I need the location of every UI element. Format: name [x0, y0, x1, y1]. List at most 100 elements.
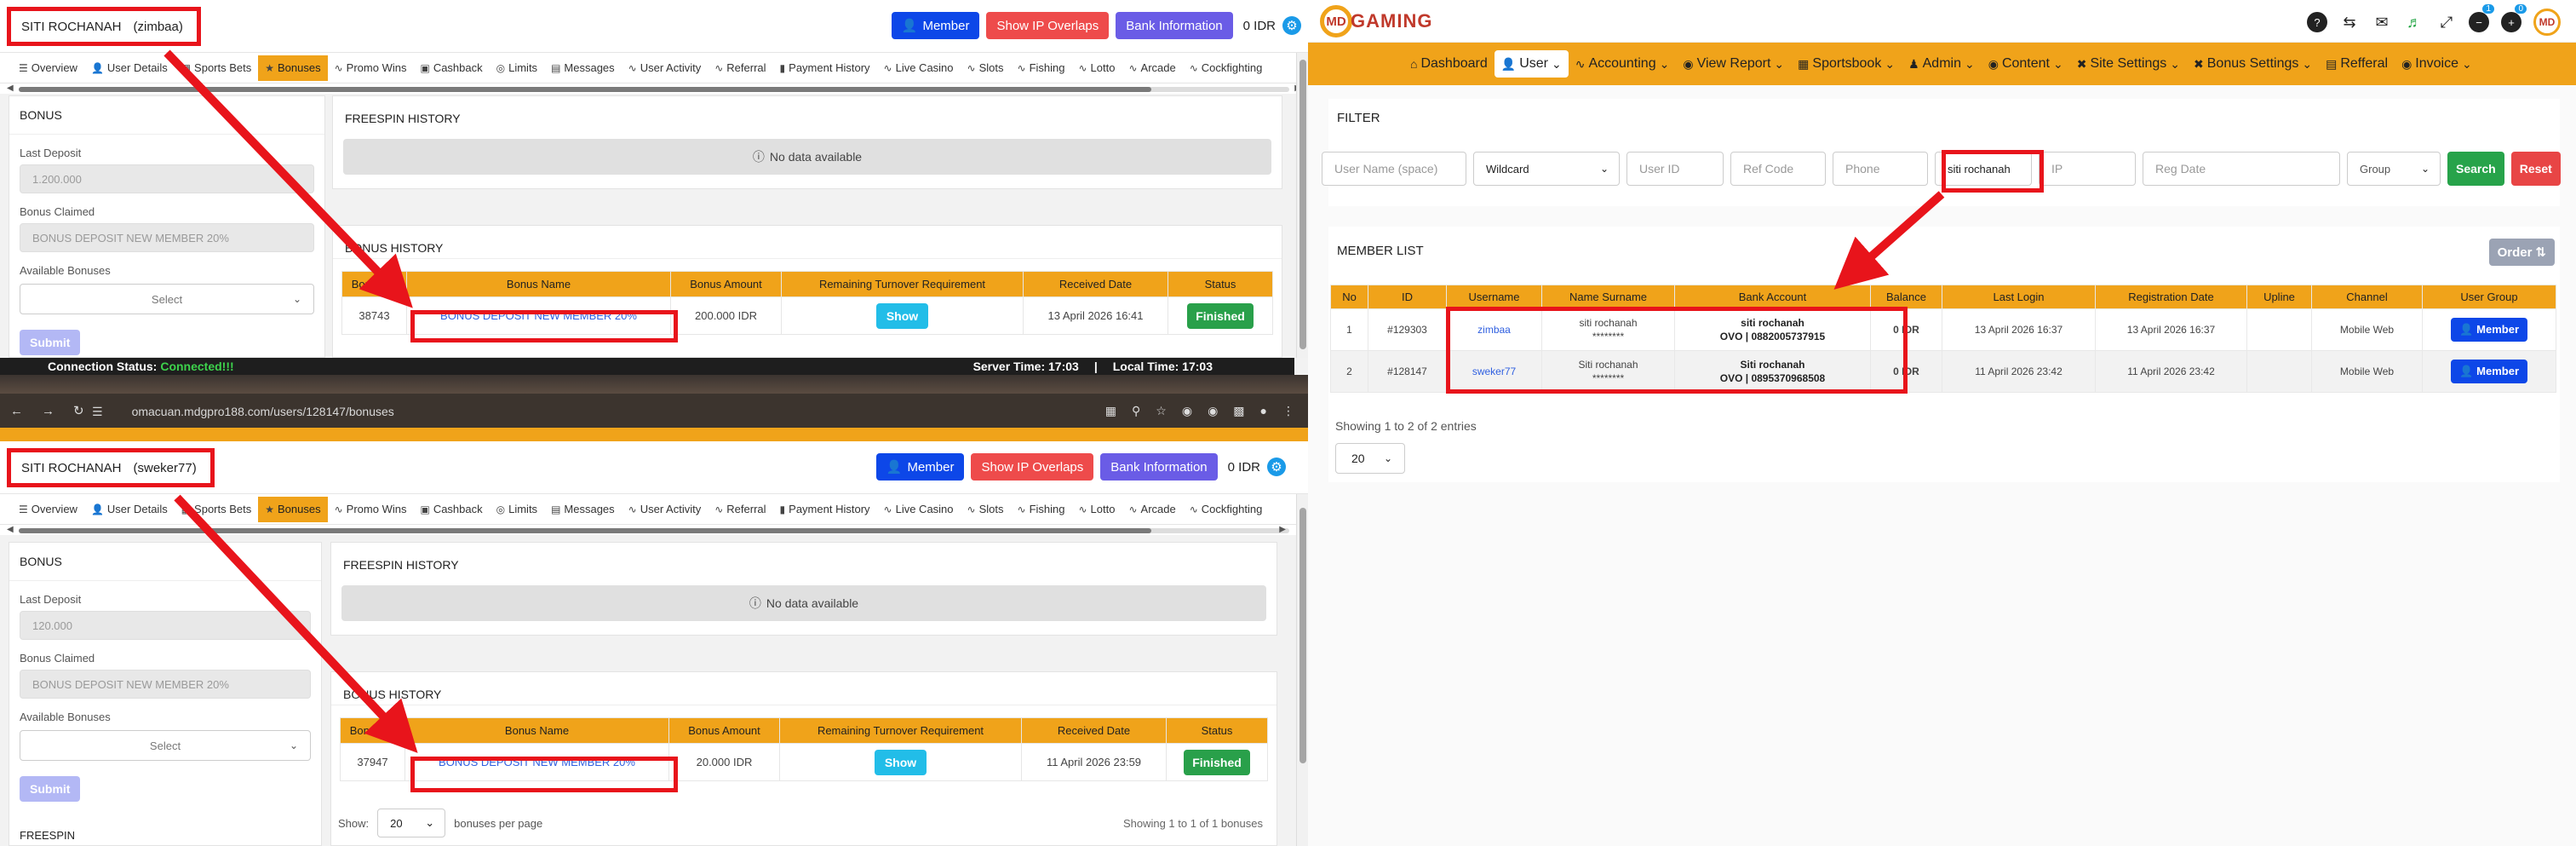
- member-button[interactable]: 👤 Member: [891, 12, 980, 39]
- nav-bonus-settings[interactable]: ✖ Bonus Settings ⌄: [2187, 50, 2319, 78]
- translate-icon[interactable]: ⇆: [2339, 12, 2360, 32]
- tab-slots[interactable]: ∿ Slots: [961, 497, 1011, 522]
- tab-user-details[interactable]: 👤 User Details: [84, 497, 175, 522]
- bookmark-icon[interactable]: ☆: [1156, 404, 1167, 418]
- member-button[interactable]: 👤 Member: [875, 453, 965, 481]
- available-bonuses-select[interactable]: Select ⌄: [20, 284, 314, 314]
- scroll-right-icon[interactable]: ▶: [1279, 525, 1286, 534]
- tabs-scrollbar[interactable]: ◀ ▶: [0, 525, 1308, 535]
- extension-icon[interactable]: ◉: [1208, 404, 1218, 418]
- menu-icon[interactable]: ⋮: [1282, 404, 1294, 418]
- tab-promo-wins[interactable]: ∿ Promo Wins: [328, 55, 414, 81]
- sound-icon[interactable]: ♬: [2404, 12, 2424, 32]
- bonus-name-link[interactable]: BONUS DEPOSIT NEW MEMBER 20%: [440, 309, 637, 322]
- show-ip-overlaps-button[interactable]: Show IP Overlaps: [986, 12, 1110, 39]
- plus-icon[interactable]: +0: [2501, 4, 2527, 32]
- group-select[interactable]: Group ⌄: [2347, 152, 2441, 186]
- gear-icon[interactable]: ⚙: [1282, 16, 1301, 35]
- extension-icon[interactable]: ◉: [1182, 404, 1192, 418]
- user-id-input[interactable]: User ID: [1626, 152, 1724, 186]
- tab-lotto[interactable]: ∿ Lotto: [1071, 497, 1122, 522]
- tab-fishing[interactable]: ∿ Fishing: [1011, 497, 1072, 522]
- tab-arcade[interactable]: ∿ Arcade: [1122, 55, 1182, 81]
- help-icon[interactable]: ?: [2307, 12, 2327, 32]
- show-turnover-button[interactable]: Show: [874, 749, 927, 775]
- scroll-left-icon[interactable]: ◀: [7, 525, 14, 534]
- reload-icon[interactable]: ↻: [73, 403, 84, 418]
- tab-user-activity[interactable]: ∿ User Activity: [622, 55, 709, 81]
- puzzle-icon[interactable]: ▩: [1233, 404, 1244, 418]
- search-button[interactable]: Search: [2447, 152, 2504, 186]
- bank-information-button[interactable]: Bank Information: [1116, 12, 1233, 39]
- scroll-thumb[interactable]: [1299, 508, 1306, 763]
- tab-cashback[interactable]: ▣ Cashback: [413, 55, 489, 81]
- tab-user-details[interactable]: 👤 User Details: [84, 55, 175, 81]
- tab-referral[interactable]: ∿ Referral: [708, 497, 772, 522]
- nav-refferal[interactable]: ▤ Refferal: [2319, 50, 2395, 78]
- profile-icon[interactable]: ●: [1260, 404, 1267, 418]
- back-icon[interactable]: ←: [10, 404, 23, 418]
- name-input[interactable]: siti rochanah: [1935, 152, 2032, 186]
- username-input[interactable]: User Name (space): [1322, 152, 1466, 186]
- tab-messages[interactable]: ▤ Messages: [544, 497, 622, 522]
- gear-icon[interactable]: ⚙: [1267, 458, 1286, 476]
- member-group-button[interactable]: 👤 Member: [2450, 318, 2528, 342]
- tab-bonuses[interactable]: ★ Bonuses: [258, 55, 328, 81]
- member-group-button[interactable]: 👤 Member: [2450, 360, 2528, 383]
- ref-code-input[interactable]: Ref Code: [1730, 152, 1826, 186]
- nav-content[interactable]: ◉ Content ⌄: [1982, 50, 2070, 78]
- ip-input[interactable]: IP: [2039, 152, 2136, 186]
- minus-icon[interactable]: −1: [2469, 4, 2494, 32]
- expand-icon[interactable]: ⤢: [2436, 12, 2457, 32]
- zoom-icon[interactable]: ⚲: [1132, 404, 1140, 418]
- reset-button[interactable]: Reset: [2510, 152, 2561, 186]
- tabs-scrollbar[interactable]: ◀ ▶: [0, 83, 1308, 94]
- nav-site-settings[interactable]: ✖ Site Settings ⌄: [2070, 50, 2187, 78]
- tab-live-casino[interactable]: ∿ Live Casino: [877, 55, 961, 81]
- forward-icon[interactable]: →: [42, 404, 55, 418]
- show-ip-overlaps-button[interactable]: Show IP Overlaps: [971, 453, 1094, 481]
- tab-fishing[interactable]: ∿ Fishing: [1011, 55, 1072, 81]
- tab-bonuses[interactable]: ★ Bonuses: [258, 496, 328, 522]
- tab-arcade[interactable]: ∿ Arcade: [1122, 497, 1182, 522]
- site-info-icon[interactable]: ☰: [92, 405, 103, 419]
- username-link[interactable]: sweker77: [1472, 365, 1516, 377]
- nav-dashboard[interactable]: ⌂ Dashboard: [1403, 50, 1495, 78]
- tab-cashback[interactable]: ▣ Cashback: [413, 497, 489, 522]
- brand-logo[interactable]: MD GAMING: [1320, 5, 1432, 37]
- tab-payment-history[interactable]: ▮ Payment History: [773, 497, 877, 522]
- submit-button[interactable]: Submit: [20, 330, 81, 355]
- tab-overview[interactable]: ☰ Overview: [12, 55, 84, 81]
- nav-view-report[interactable]: ◉ View Report ⌄: [1676, 50, 1791, 78]
- avatar[interactable]: MD: [2533, 9, 2561, 36]
- tab-referral[interactable]: ∿ Referral: [708, 55, 772, 81]
- show-turnover-button[interactable]: Show: [875, 302, 929, 329]
- tab-sports-bets[interactable]: ▦ Sports Bets: [175, 497, 259, 522]
- scroll-thumb[interactable]: [19, 87, 1151, 92]
- chat-icon[interactable]: ✉: [2372, 12, 2392, 32]
- tab-slots[interactable]: ∿ Slots: [961, 55, 1011, 81]
- available-bonuses-select[interactable]: Select ⌄: [20, 730, 311, 761]
- bank-information-button[interactable]: Bank Information: [1100, 453, 1218, 481]
- scroll-thumb[interactable]: [1299, 60, 1306, 349]
- entries-per-page-select[interactable]: 20 ⌄: [1335, 443, 1405, 474]
- tab-sports-bets[interactable]: ▦ Sports Bets: [175, 55, 259, 81]
- match-type-select[interactable]: Wildcard ⌄: [1473, 152, 1620, 186]
- tab-limits[interactable]: ◎ Limits: [490, 55, 544, 81]
- tab-limits[interactable]: ◎ Limits: [490, 497, 544, 522]
- tab-overview[interactable]: ☰ Overview: [12, 497, 84, 522]
- order-button[interactable]: Order ⇅: [2488, 239, 2555, 266]
- nav-invoice[interactable]: ◉ Invoice ⌄: [2395, 50, 2479, 78]
- tab-cockfighting[interactable]: ∿ Cockfighting: [1183, 55, 1270, 81]
- nav-admin[interactable]: ♟ Admin ⌄: [1902, 50, 1982, 78]
- nav-sportsbook[interactable]: ▦ Sportsbook ⌄: [1791, 50, 1902, 78]
- vertical-scrollbar[interactable]: [1296, 494, 1308, 846]
- reg-date-input[interactable]: Reg Date: [2143, 152, 2340, 186]
- nav-user[interactable]: 👤 User ⌄: [1494, 50, 1569, 78]
- tab-promo-wins[interactable]: ∿ Promo Wins: [328, 497, 414, 522]
- vertical-scrollbar[interactable]: [1296, 53, 1308, 358]
- tab-lotto[interactable]: ∿ Lotto: [1071, 55, 1122, 81]
- tab-payment-history[interactable]: ▮ Payment History: [773, 55, 877, 81]
- scroll-thumb[interactable]: [19, 528, 1151, 533]
- submit-button[interactable]: Submit: [20, 776, 81, 802]
